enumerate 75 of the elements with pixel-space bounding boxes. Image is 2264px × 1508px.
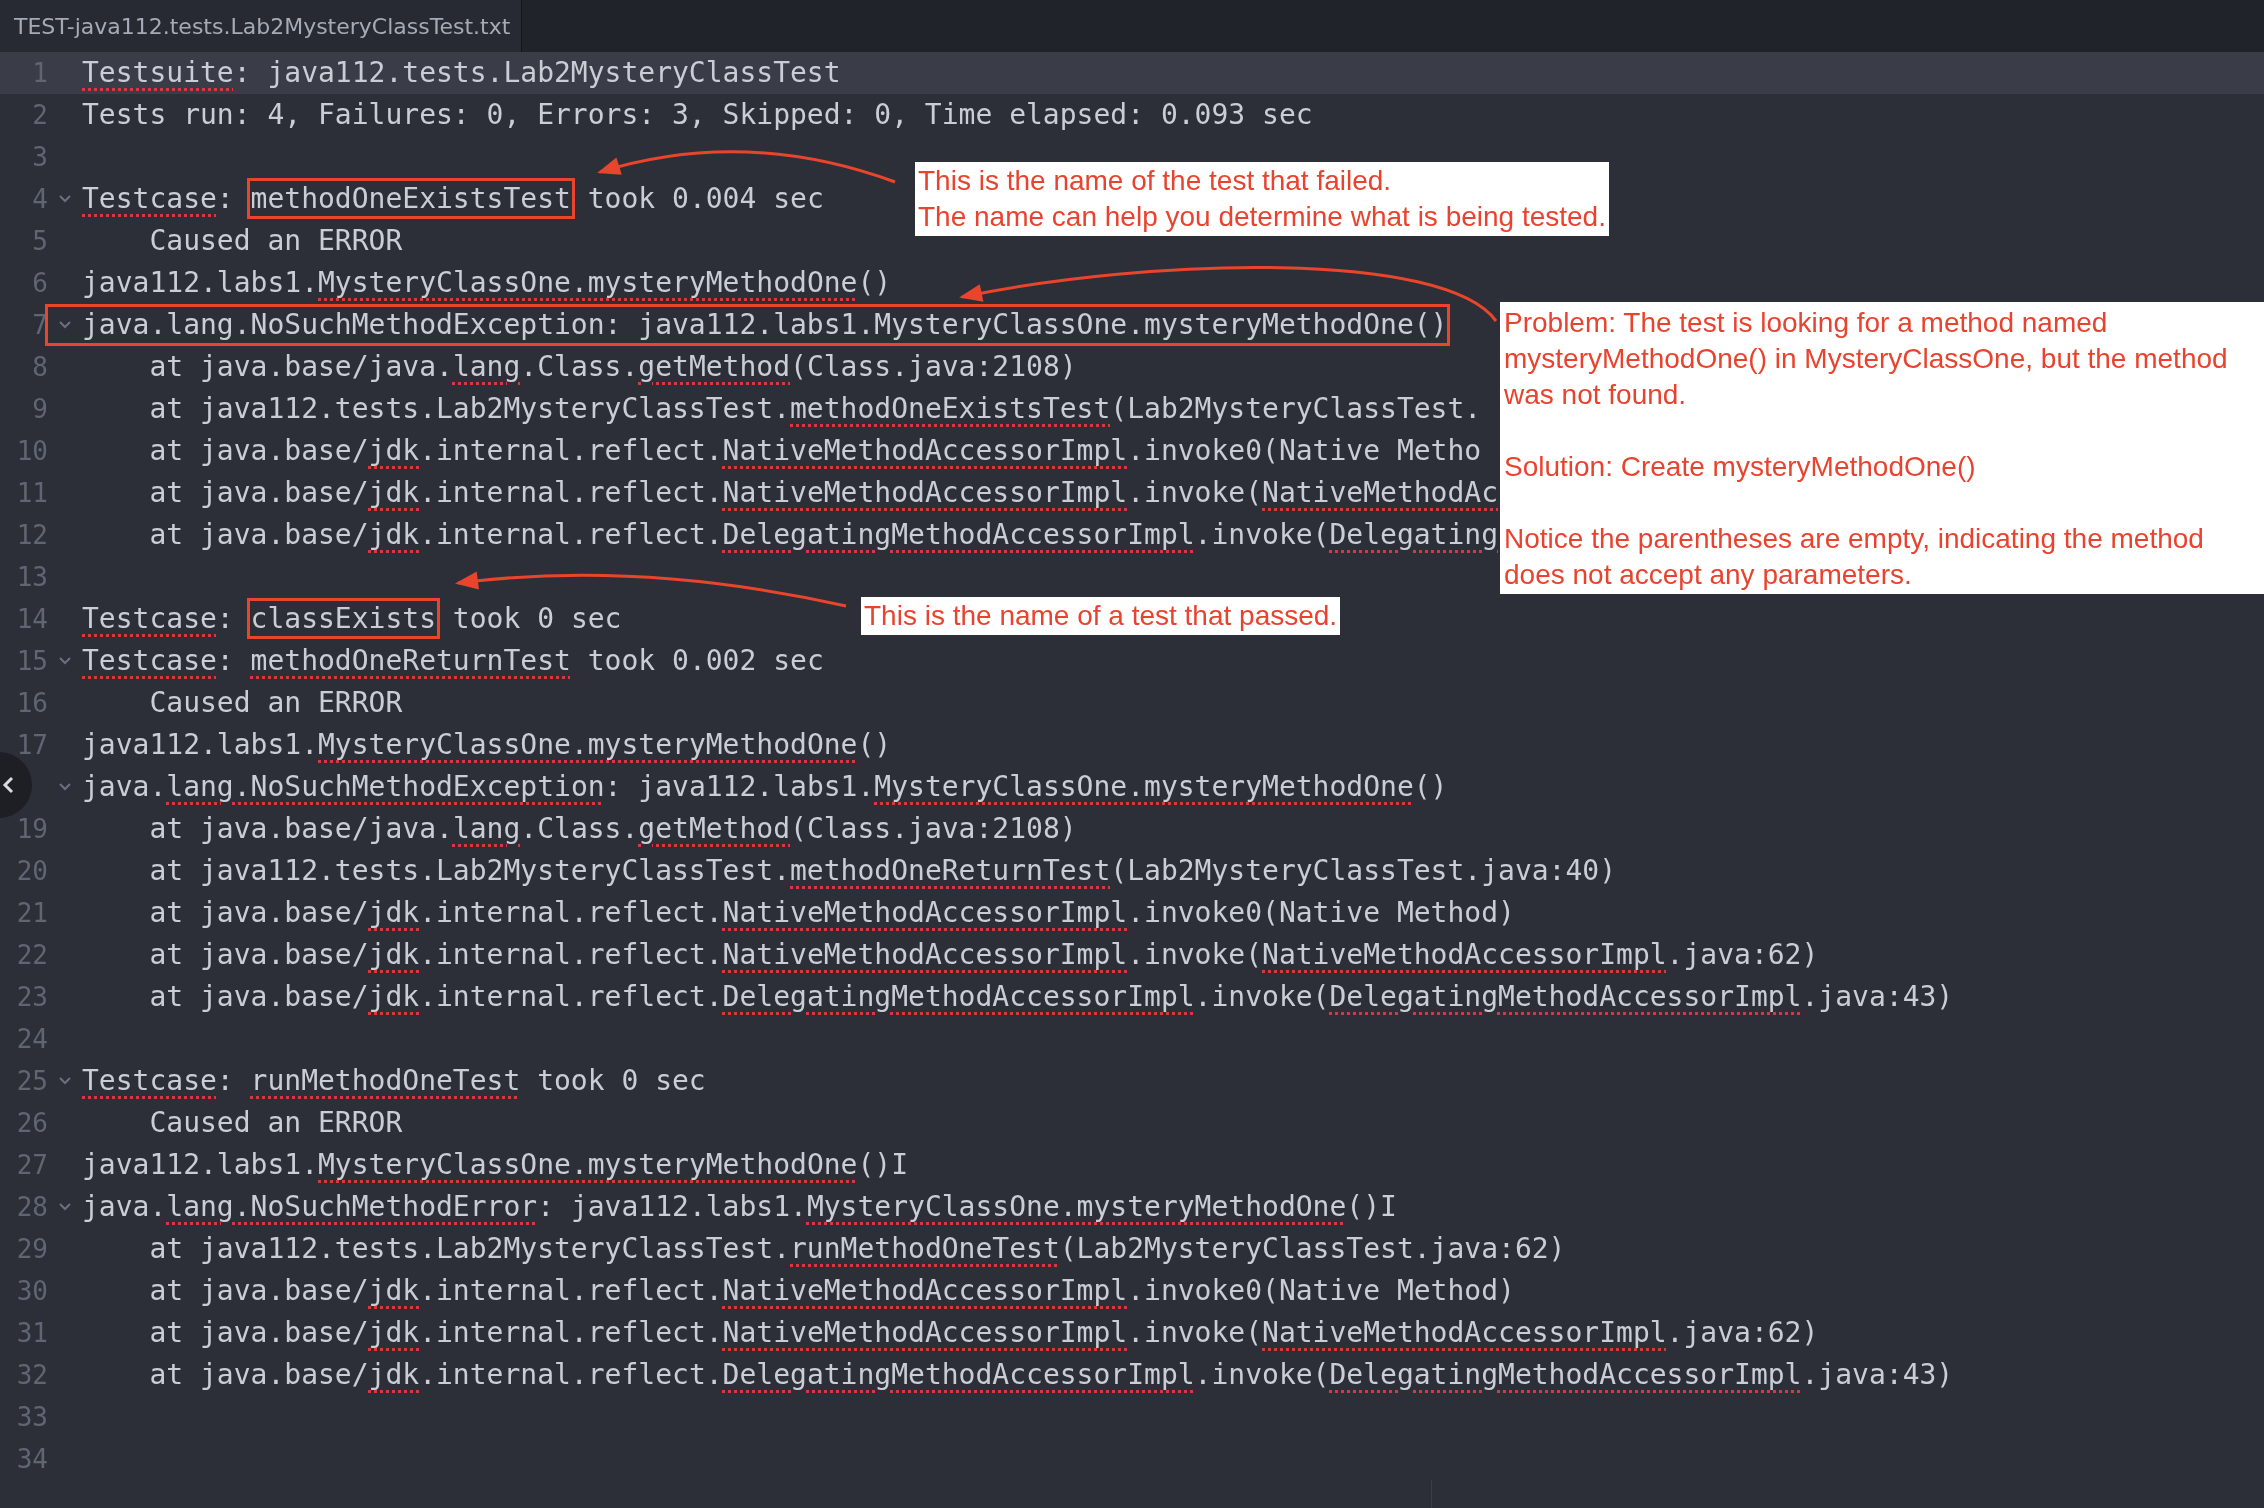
line-number: 3 bbox=[32, 142, 48, 172]
line-number: 31 bbox=[16, 1318, 48, 1348]
line-number: 24 bbox=[16, 1024, 48, 1054]
line-number: 2 bbox=[32, 100, 48, 130]
code-line: Testsuite: java112.tests.Lab2MysteryClassTest bbox=[82, 55, 841, 91]
code-line: Testcase: runMethodOneTest took 0 sec bbox=[82, 1063, 706, 1099]
code-line: at java.base/java.lang.Class.getMethod(Class.java:2108) bbox=[148, 349, 1077, 385]
code-line: java112.labs1.MysteryClassOne.mysteryMethodOne()I bbox=[82, 1147, 909, 1183]
fold-chevron-icon[interactable] bbox=[58, 320, 72, 330]
line-number: 16 bbox=[16, 688, 48, 718]
fold-chevron-icon[interactable] bbox=[58, 194, 72, 204]
code-line: at java.base/jdk.internal.reflect.DelegatingMethodAccessorImpl.invoke(DelegatingMethodAccessorImpl.java:43) bbox=[148, 1357, 1954, 1393]
chevron-left-icon bbox=[2, 775, 14, 795]
line-number: 13 bbox=[16, 562, 48, 592]
line-number: 30 bbox=[16, 1276, 48, 1306]
code-line: at java112.tests.Lab2MysteryClassTest.methodOneReturnTest(Lab2MysteryClassTest.java:40) bbox=[148, 853, 1617, 889]
code-line: at java.base/jdk.internal.reflect.NativeMethodAccessorImpl.invoke(NativeMethodAccessorImpl.java:62) bbox=[148, 937, 1819, 973]
code-line: at java.base/jdk.internal.reflect.DelegatingMethodAccessorImpl.invoke(DelegatingMethodAccessorImpl.java:43) bbox=[148, 979, 1954, 1015]
code-line: Testcase: classExists took 0 sec bbox=[82, 601, 622, 637]
code-line: at java.base/jdk.internal.reflect.NativeMethodAccessorImpl.invoke0(Native Method) bbox=[148, 1273, 1515, 1309]
line-number: 8 bbox=[32, 352, 48, 382]
note-text: This is the name of the test that failed. bbox=[918, 164, 1393, 198]
code-line: java.lang.NoSuchMethodError: java112.labs1.MysteryClassOne.mysteryMethodOne()I bbox=[82, 1189, 1397, 1225]
code-line: at java.base/java.lang.Class.getMethod(Class.java:2108) bbox=[148, 811, 1077, 847]
line-number: 22 bbox=[16, 940, 48, 970]
code-line: at java.base/jdk.internal.reflect.DelegatingMethodAccessorImpl.invoke(Delegating bbox=[148, 517, 1499, 553]
note-text: Notice the parentheses are empty, indicating the method does not accept any parameters. bbox=[1504, 522, 2205, 592]
code-line: Testcase: methodOneExistsTest took 0.004 sec bbox=[82, 181, 824, 217]
line-number: 21 bbox=[16, 898, 48, 928]
line-number: 20 bbox=[16, 856, 48, 886]
code-line: Testcase: methodOneReturnTest took 0.002 sec bbox=[82, 643, 824, 679]
line-number: 25 bbox=[16, 1066, 48, 1096]
code-line: at java112.tests.Lab2MysteryClassTest.methodOneExistsTest(Lab2MysteryClassTest. bbox=[148, 391, 1482, 427]
code-line: Caused an ERROR bbox=[148, 685, 403, 721]
line-number: 23 bbox=[16, 982, 48, 1012]
note-text: Solution: Create mysteryMethodOne() bbox=[1504, 450, 1977, 484]
file-tab[interactable]: TEST-java112.tests.Lab2MysteryClassTest.txt bbox=[0, 0, 522, 52]
fold-chevron-icon[interactable] bbox=[58, 782, 72, 792]
fold-chevron-icon[interactable] bbox=[58, 1202, 72, 1212]
line-number: 4 bbox=[32, 184, 48, 214]
code-line: at java.base/jdk.internal.reflect.NativeMethodAccessorImpl.invoke(NativeMethodAc bbox=[148, 475, 1499, 511]
line-number: 27 bbox=[16, 1150, 48, 1180]
code-line: Tests run: 4, Failures: 0, Errors: 3, Skipped: 0, Time elapsed: 0.093 sec bbox=[82, 97, 1313, 133]
code-line: Caused an ERROR bbox=[148, 223, 403, 259]
code-line: java112.labs1.MysteryClassOne.mysteryMethodOne() bbox=[82, 727, 892, 763]
code-line: java.lang.NoSuchMethodException: java112.labs1.MysteryClassOne.mysteryMethodOne() bbox=[82, 769, 1448, 805]
line-number: 34 bbox=[16, 1444, 48, 1474]
fold-chevron-icon[interactable] bbox=[58, 656, 72, 666]
code-line: java112.labs1.MysteryClassOne.mysteryMethodOne() bbox=[82, 265, 892, 301]
note-text: The name can help you determine what is being tested. bbox=[918, 200, 1606, 234]
line-number: 7 bbox=[32, 310, 48, 340]
line-number: 12 bbox=[16, 520, 48, 550]
line-number: 15 bbox=[16, 646, 48, 676]
note-text: Problem: The test is looking for a method named mysteryMethodOne() in MysteryClassOne, but the method was not found. bbox=[1504, 306, 2229, 412]
line-number: 5 bbox=[32, 226, 48, 256]
code-line: at java.base/jdk.internal.reflect.NativeMethodAccessorImpl.invoke0(Native Method) bbox=[148, 895, 1515, 931]
line-number: 17 bbox=[16, 730, 48, 760]
code-line: at java.base/jdk.internal.reflect.NativeMethodAccessorImpl.invoke0(Native Metho bbox=[148, 433, 1482, 469]
line-number: 28 bbox=[16, 1192, 48, 1222]
code-line: at java.base/jdk.internal.reflect.NativeMethodAccessorImpl.invoke(NativeMethodAccessorImpl.java:62) bbox=[148, 1315, 1819, 1351]
line-number: 6 bbox=[32, 268, 48, 298]
code-line: at java112.tests.Lab2MysteryClassTest.runMethodOneTest(Lab2MysteryClassTest.java:62) bbox=[148, 1231, 1566, 1267]
line-number: 26 bbox=[16, 1108, 48, 1138]
line-number: 9 bbox=[32, 394, 48, 424]
note-text: This is the name of a test that passed. bbox=[864, 599, 1338, 633]
line-number: 10 bbox=[16, 436, 48, 466]
fold-chevron-icon[interactable] bbox=[58, 1076, 72, 1086]
line-number: 14 bbox=[16, 604, 48, 634]
code-line: java.lang.NoSuchMethodException: java112.labs1.MysteryClassOne.mysteryMethodOne() bbox=[82, 307, 1448, 343]
line-number: 11 bbox=[16, 478, 48, 508]
line-number: 19 bbox=[16, 814, 48, 844]
line-number: 32 bbox=[16, 1360, 48, 1390]
line-number: 33 bbox=[16, 1402, 48, 1432]
line-number: 29 bbox=[16, 1234, 48, 1264]
code-line: Caused an ERROR bbox=[148, 1105, 403, 1141]
